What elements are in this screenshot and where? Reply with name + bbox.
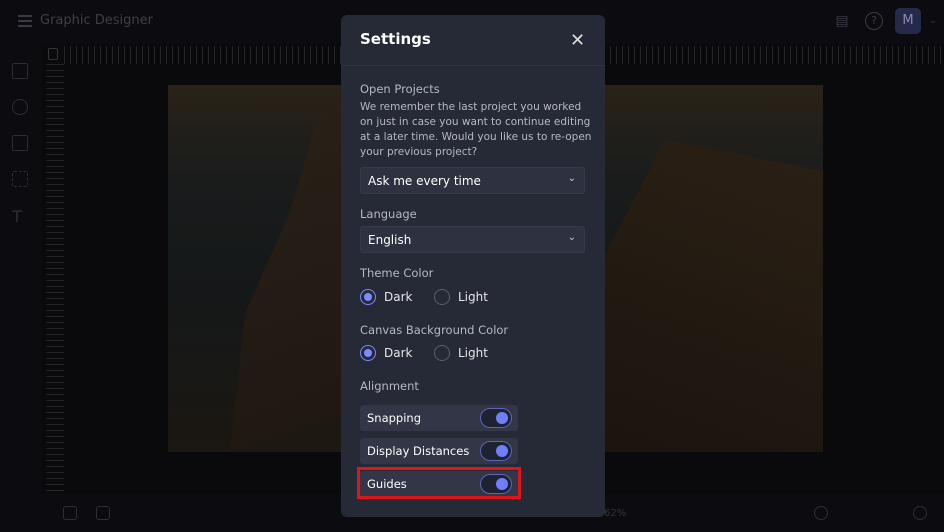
language-select[interactable]: English ⌄ <box>360 226 585 253</box>
divider <box>341 65 605 66</box>
snapping-row: Snapping <box>360 405 518 431</box>
history-icon[interactable] <box>913 506 927 520</box>
theme-color-label: Theme Color <box>360 266 434 280</box>
open-projects-value: Ask me every time <box>368 174 481 188</box>
snapping-label: Snapping <box>367 411 422 425</box>
redo-icon[interactable] <box>880 506 894 520</box>
theme-dark-radio[interactable]: Dark <box>360 289 412 305</box>
vertical-ruler <box>46 64 64 494</box>
layout-icon[interactable] <box>12 135 28 151</box>
radio-label: Dark <box>384 290 413 304</box>
text-icon[interactable]: T <box>12 207 28 226</box>
display-distances-toggle[interactable] <box>480 441 512 461</box>
avatar[interactable]: M <box>895 8 921 34</box>
canvas-light-radio[interactable]: Light <box>434 345 488 361</box>
language-label: Language <box>360 207 417 221</box>
radio-label: Light <box>458 346 488 360</box>
help-icon[interactable]: ? <box>865 12 883 30</box>
radio-checked-icon <box>360 289 376 305</box>
radio-unchecked-icon <box>434 289 450 305</box>
language-value: English <box>368 233 412 247</box>
layers-icon[interactable] <box>63 506 77 520</box>
canvas-background-label: Canvas Background Color <box>360 323 509 337</box>
hamburger-menu-icon[interactable] <box>18 15 32 27</box>
theme-light-radio[interactable]: Light <box>434 289 488 305</box>
elements-icon[interactable] <box>12 171 28 187</box>
settings-modal: Settings ✕ Open Projects We remember the… <box>341 15 605 517</box>
undo-icon[interactable] <box>848 506 862 520</box>
radio-label: Light <box>458 290 488 304</box>
guides-highlight-box <box>357 467 521 499</box>
adjust-icon[interactable] <box>12 99 28 115</box>
open-projects-label: Open Projects <box>360 82 440 96</box>
radio-label: Dark <box>384 346 413 360</box>
grid-icon[interactable] <box>96 506 110 520</box>
chevron-down-icon: ⌄ <box>567 173 576 184</box>
display-distances-label: Display Distances <box>367 444 470 458</box>
canvas-dark-radio[interactable]: Dark <box>360 345 412 361</box>
open-projects-description: We remember the last project you worked … <box>360 101 592 158</box>
refresh-icon[interactable] <box>814 506 828 520</box>
chevron-down-icon: ⌄ <box>567 232 576 243</box>
close-icon[interactable]: ✕ <box>570 30 585 51</box>
image-icon[interactable] <box>12 63 28 79</box>
alignment-label: Alignment <box>360 379 419 393</box>
app-title: Graphic Designer <box>40 13 153 28</box>
snapping-toggle[interactable] <box>480 408 512 428</box>
radio-unchecked-icon <box>434 345 450 361</box>
left-sidebar: T <box>0 44 42 494</box>
radio-checked-icon <box>360 345 376 361</box>
zoom-level: 62% <box>604 508 627 519</box>
comment-icon[interactable]: ▤ <box>833 12 851 30</box>
lock-icon[interactable] <box>48 48 58 60</box>
open-projects-select[interactable]: Ask me every time ⌄ <box>360 167 585 194</box>
chevron-down-icon[interactable]: ⌄ <box>924 12 942 30</box>
display-distances-row: Display Distances <box>360 438 518 464</box>
modal-title: Settings <box>360 30 431 48</box>
